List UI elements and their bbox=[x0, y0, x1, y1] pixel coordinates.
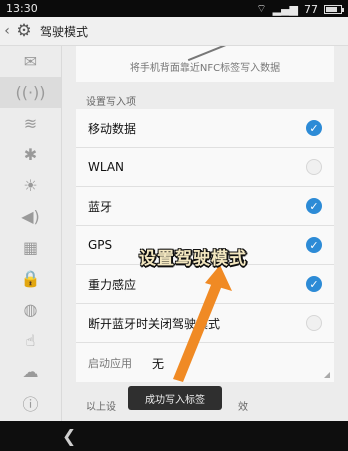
status-bar: 13:30 ⌔ ▂▄▆ 77 bbox=[0, 0, 348, 17]
list-item-label: GPS bbox=[88, 238, 113, 252]
cloud-icon[interactable]: ☁ bbox=[0, 356, 61, 387]
app-bar: ‹ ⚙ 驾驶模式 bbox=[0, 17, 348, 46]
launch-app-label: 启动应用 bbox=[88, 356, 132, 370]
bluetooth-icon[interactable]: ✱ bbox=[0, 139, 61, 170]
battery-icon bbox=[324, 4, 344, 14]
nfc-hint: 将手机背面靠近NFC标签写入数据 bbox=[129, 63, 281, 74]
footer-note-left: 以上设 bbox=[86, 402, 116, 413]
list-item-mobile-data[interactable]: 移动数据 ✓ bbox=[76, 109, 334, 148]
list-item-gravity-sensor[interactable]: 重力感应 ✓ bbox=[76, 265, 334, 304]
page-title: 驾驶模式 bbox=[40, 24, 89, 39]
wifi-icon[interactable]: ≋ bbox=[0, 108, 61, 139]
checkbox[interactable]: ✓ bbox=[306, 237, 322, 253]
nfc-icon[interactable]: ((·)) bbox=[0, 77, 61, 108]
globe-icon[interactable]: ◍ bbox=[0, 294, 61, 325]
list-item-label: 断开蓝牙时关闭驾驶模式 bbox=[88, 316, 221, 331]
volume-icon[interactable]: ◀) bbox=[0, 201, 61, 232]
checkbox[interactable]: ✓ bbox=[306, 120, 322, 136]
checkbox[interactable] bbox=[306, 315, 322, 331]
touch-icon[interactable]: ☝ bbox=[0, 325, 61, 356]
gear-icon[interactable]: ⚙ bbox=[14, 21, 34, 41]
list-item-bt-disconnect[interactable]: 断开蓝牙时关闭驾驶模式 bbox=[76, 304, 334, 343]
apps-icon[interactable]: ▦ bbox=[0, 232, 61, 263]
launch-app-value: 无 bbox=[152, 357, 165, 371]
dropdown-corner-icon bbox=[324, 372, 330, 378]
info-icon[interactable]: ⓘ bbox=[0, 387, 61, 418]
back-nav-icon[interactable]: ❮ bbox=[62, 427, 76, 447]
brightness-icon[interactable]: ☀ bbox=[0, 170, 61, 201]
list-item-bluetooth[interactable]: 蓝牙 ✓ bbox=[76, 187, 334, 226]
battery-percent: 77 bbox=[304, 2, 318, 16]
status-time: 13:30 bbox=[6, 2, 38, 15]
section-label: 设置写入项 bbox=[86, 97, 136, 108]
list-item-label: 重力感应 bbox=[88, 277, 137, 292]
list-item-wlan[interactable]: WLAN bbox=[76, 148, 334, 187]
annotation-text: 设置驾驶模式 bbox=[139, 249, 247, 269]
lock-location-icon[interactable]: 🔒 bbox=[0, 263, 61, 294]
sidebar: ✉ ((·)) ≋ ✱ ☀ ◀) ▦ 🔒 ◍ ☝ ☁ ⓘ bbox=[0, 46, 62, 421]
status-icons: ⌔ ▂▄▆ 77 bbox=[256, 2, 344, 16]
list-item-label: WLAN bbox=[88, 160, 125, 174]
nfc-card: 将手机背面靠近NFC标签写入数据 bbox=[76, 46, 334, 82]
checkbox[interactable]: ✓ bbox=[306, 198, 322, 214]
list-item-label: 蓝牙 bbox=[88, 199, 113, 214]
launch-app-select[interactable]: 启动应用 无 bbox=[76, 343, 334, 382]
checkbox[interactable]: ✓ bbox=[306, 276, 322, 292]
email-icon[interactable]: ✉ bbox=[0, 46, 61, 77]
settings-content: 将手机背面靠近NFC标签写入数据 设置写入项 移动数据 ✓ WLAN 蓝牙 ✓ … bbox=[62, 46, 348, 421]
back-chevron-icon[interactable]: ‹ bbox=[0, 17, 14, 45]
toast-message: 成功写入标签 bbox=[128, 386, 222, 410]
nav-bar: ❮ bbox=[0, 421, 348, 451]
signal-icon: ▂▄▆ bbox=[272, 2, 298, 16]
footer-note-right: 效 bbox=[238, 402, 248, 413]
wifi-status-icon: ⌔ bbox=[256, 2, 267, 15]
list-item-label: 移动数据 bbox=[88, 121, 137, 136]
checkbox[interactable] bbox=[306, 159, 322, 175]
